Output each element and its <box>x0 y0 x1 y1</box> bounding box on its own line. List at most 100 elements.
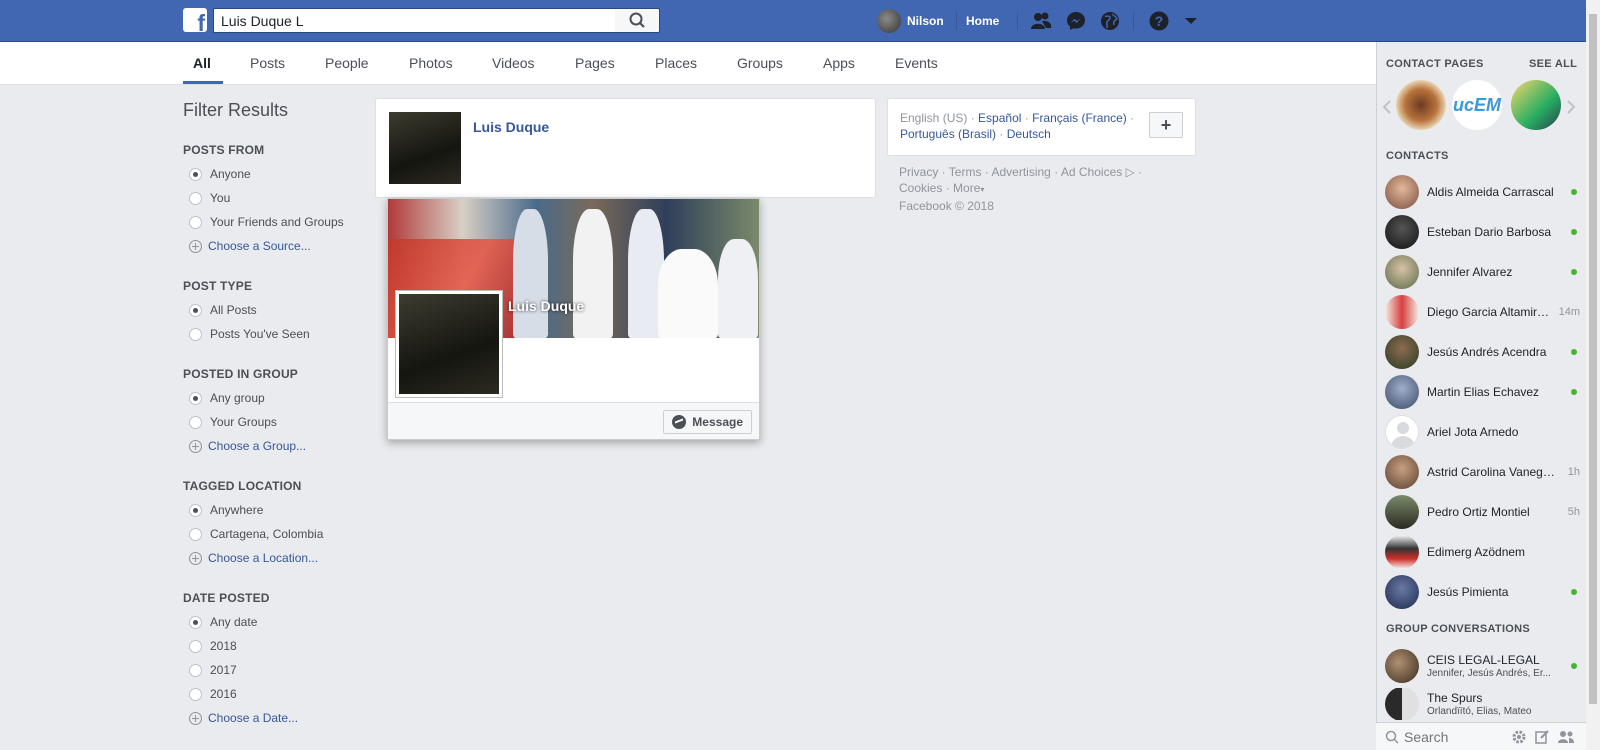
facebook-logo-icon[interactable]: f <box>183 8 207 35</box>
chat-search-input[interactable] <box>1404 727 1504 747</box>
see-all-link[interactable]: SEE ALL <box>1529 58 1577 70</box>
tab-groups[interactable]: Groups <box>737 55 783 71</box>
tab-videos[interactable]: Videos <box>492 55 535 71</box>
filter-option-2016[interactable]: 2016 <box>189 687 237 701</box>
radio[interactable] <box>189 687 202 701</box>
contact-item[interactable]: Astrid Carolina Vanegas 1h <box>1385 455 1580 489</box>
scrollbar-thumb[interactable] <box>1589 14 1597 704</box>
radio-selected[interactable] <box>189 167 202 181</box>
filter-option-all-posts[interactable]: All Posts <box>189 303 257 317</box>
cover-photo-person <box>658 249 718 338</box>
tab-places[interactable]: Places <box>655 55 697 71</box>
tab-all[interactable]: All <box>193 55 211 71</box>
radio[interactable] <box>189 527 202 541</box>
contact-item[interactable]: Jennifer Alvarez <box>1385 255 1580 289</box>
radio-selected[interactable] <box>189 503 202 517</box>
filter-option-any-date[interactable]: Any date <box>189 615 257 629</box>
filter-option-2017[interactable]: 2017 <box>189 663 237 677</box>
radio-selected[interactable] <box>189 391 202 405</box>
contact-item[interactable]: Jesús Pimienta <box>1385 575 1580 609</box>
more-languages-button[interactable]: + <box>1149 112 1183 138</box>
radio-selected[interactable] <box>189 303 202 317</box>
footer-link-ad-choices[interactable]: Ad Choices <box>1061 165 1122 179</box>
contact-page-logo-ucem[interactable]: ucEM <box>1452 80 1502 130</box>
contact-item[interactable]: Jesús Andrés Acendra <box>1385 335 1580 369</box>
footer-link-cookies[interactable]: Cookies <box>899 181 942 195</box>
hovercard-profile-photo[interactable] <box>396 291 502 397</box>
tab-photos[interactable]: Photos <box>409 55 453 71</box>
create-group-icon[interactable] <box>1557 729 1575 745</box>
contact-page-logo[interactable] <box>1511 80 1561 130</box>
page-scrollbar[interactable] <box>1586 0 1600 750</box>
tab-pages[interactable]: Pages <box>575 55 615 71</box>
message-button[interactable]: Message <box>663 410 752 434</box>
choose-location-link[interactable]: Choose a Location... <box>189 551 318 565</box>
radio[interactable] <box>189 191 202 205</box>
filter-option-your-groups[interactable]: Your Groups <box>189 415 277 429</box>
contact-item[interactable]: Aldis Almeida Carrascal <box>1385 175 1580 209</box>
divider <box>956 12 957 30</box>
filter-option-anyone[interactable]: Anyone <box>189 167 251 181</box>
tab-posts[interactable]: Posts <box>250 55 285 71</box>
filter-option-2018[interactable]: 2018 <box>189 639 237 653</box>
add-circle-icon <box>189 239 202 253</box>
add-circle-icon <box>189 439 202 453</box>
result-name-link[interactable]: Luis Duque <box>473 119 549 135</box>
filter-heading-post-type: POST TYPE <box>183 279 253 293</box>
choose-group-link[interactable]: Choose a Group... <box>189 439 306 453</box>
tab-people[interactable]: People <box>325 55 369 71</box>
footer-link-more[interactable]: More <box>953 181 980 195</box>
contact-item[interactable]: Pedro Ortiz Montiel 5h <box>1385 495 1580 529</box>
footer-link-advertising[interactable]: Advertising <box>991 165 1050 179</box>
new-message-compose-icon[interactable] <box>1534 729 1550 745</box>
radio[interactable] <box>189 415 202 429</box>
account-menu-chevron-down-icon[interactable] <box>1180 10 1202 32</box>
filter-option-friends-groups[interactable]: Your Friends and Groups <box>189 215 344 229</box>
language-link[interactable]: Français (France) <box>1032 111 1127 125</box>
tab-events[interactable]: Events <box>895 55 938 71</box>
contact-item[interactable]: Edimerg Azödnem <box>1385 535 1580 569</box>
help-icon[interactable]: ? <box>1148 10 1170 32</box>
gear-icon[interactable] <box>1511 729 1527 745</box>
search-button[interactable] <box>615 8 660 33</box>
footer-link-terms[interactable]: Terms <box>949 165 982 179</box>
group-conversation-item[interactable]: The Spurs Órlandïïtó, Elias, Mateo <box>1385 688 1580 720</box>
contact-item[interactable]: Ariel Jota Arnedo <box>1385 415 1580 449</box>
contact-page-logo[interactable] <box>1396 80 1446 130</box>
language-link[interactable]: Deutsch <box>1007 127 1051 141</box>
filter-option-you[interactable]: You <box>189 191 230 205</box>
contact-item[interactable]: Diego Garcia Altamiranda 14m <box>1385 295 1580 329</box>
last-active-time: 5h <box>1567 506 1580 518</box>
contact-item[interactable]: Martin Elias Echavez <box>1385 375 1580 409</box>
profile-link[interactable]: Nilson <box>877 9 944 33</box>
radio[interactable] <box>189 215 202 229</box>
chevron-right-icon[interactable] <box>1566 100 1576 114</box>
search-input[interactable] <box>214 9 615 32</box>
result-profile-photo[interactable] <box>389 112 461 184</box>
radio[interactable] <box>189 663 202 677</box>
choose-date-link[interactable]: Choose a Date... <box>189 711 298 725</box>
default-avatar-icon <box>1385 415 1419 449</box>
chevron-left-icon[interactable] <box>1382 100 1392 114</box>
home-link[interactable]: Home <box>966 14 999 28</box>
filter-option-posts-seen[interactable]: Posts You've Seen <box>189 327 310 341</box>
language-link[interactable]: Español <box>978 111 1021 125</box>
language-link[interactable]: Português (Brasil) <box>900 127 996 141</box>
footer-link-privacy[interactable]: Privacy <box>899 165 938 179</box>
radio-selected[interactable] <box>189 615 202 629</box>
contact-item[interactable]: Esteban Dario Barbosa <box>1385 215 1580 249</box>
search-box[interactable] <box>213 8 616 33</box>
messenger-icon[interactable] <box>1065 10 1087 32</box>
filter-option-cartagena[interactable]: Cartagena, Colombia <box>189 527 323 541</box>
filter-option-any-group[interactable]: Any group <box>189 391 265 405</box>
radio[interactable] <box>189 639 202 653</box>
friend-requests-icon[interactable] <box>1030 10 1052 32</box>
hovercard-name[interactable]: Luis Duque <box>508 298 584 314</box>
tab-apps[interactable]: Apps <box>823 55 855 71</box>
footer-links: Privacy · Terms · Advertising · Ad Choic… <box>899 165 1143 213</box>
choose-source-link[interactable]: Choose a Source... <box>189 239 311 253</box>
group-conversation-item[interactable]: CEIS LEGAL-LEGAL Jennifer, Jesús Andrés,… <box>1385 648 1580 684</box>
filter-option-anywhere[interactable]: Anywhere <box>189 503 263 517</box>
radio[interactable] <box>189 327 202 341</box>
notifications-globe-icon[interactable] <box>1099 10 1121 32</box>
